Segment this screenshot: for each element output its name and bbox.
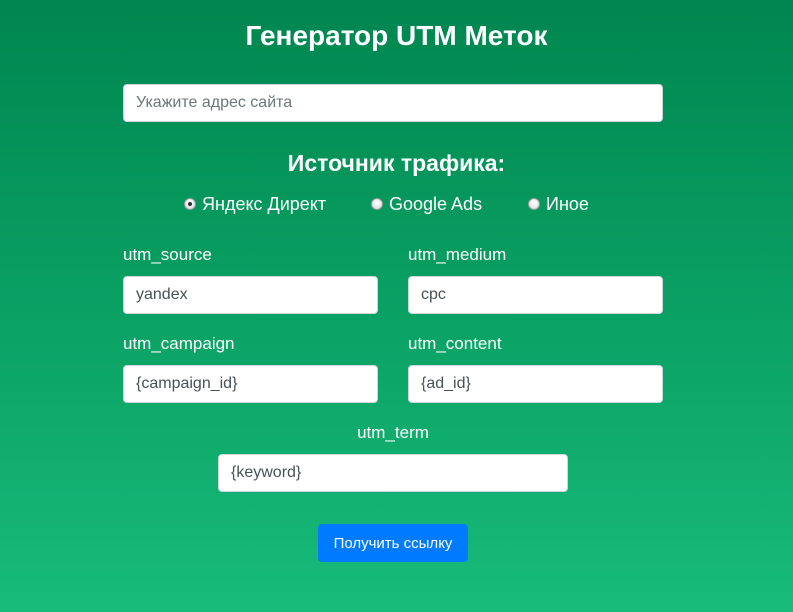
traffic-source-heading: Источник трафика: — [287, 150, 506, 176]
utm-content-label: utm_content — [408, 334, 502, 353]
utm-term-input[interactable] — [218, 454, 568, 492]
utm-source-input[interactable] — [123, 276, 378, 314]
radio-option-other[interactable]: Иное — [528, 191, 589, 217]
traffic-source-radio-group: Яндекс Директ Google Ads Иное — [0, 191, 793, 217]
utm-campaign-input[interactable] — [123, 365, 378, 403]
radio-button-checked-icon[interactable] — [184, 198, 196, 210]
radio-button-icon[interactable] — [371, 198, 383, 210]
utm-content-input[interactable] — [408, 365, 663, 403]
utm-campaign-label: utm_campaign — [123, 334, 235, 353]
radio-label-google-ads: Google Ads — [389, 193, 483, 214]
utm-source-label: utm_source — [123, 245, 212, 264]
radio-label-other: Иное — [546, 193, 589, 214]
radio-button-icon[interactable] — [528, 198, 540, 210]
site-url-input[interactable] — [123, 84, 663, 122]
utm-medium-label: utm_medium — [408, 245, 507, 264]
utm-medium-input[interactable] — [408, 276, 663, 314]
radio-option-yandex-direct[interactable]: Яндекс Директ — [184, 191, 326, 217]
utm-term-label: utm_term — [357, 423, 429, 442]
radio-label-yandex-direct: Яндекс Директ — [202, 193, 327, 214]
page-title: Генератор UTM Меток — [245, 20, 548, 51]
get-link-button[interactable]: Получить ссылку — [318, 524, 468, 562]
radio-option-google-ads[interactable]: Google Ads — [371, 191, 482, 217]
